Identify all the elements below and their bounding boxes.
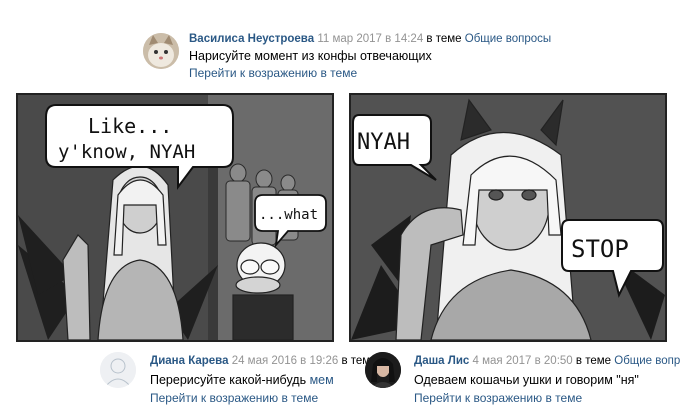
comment-date[interactable]: 11 мар 2017 в 14:24	[317, 33, 423, 45]
comic-panel-right: NYAH STOP	[349, 93, 667, 342]
comment-meta: Диана Карева 24 мая 2016 в 19:26 в теме	[150, 355, 377, 367]
girl-avatar-icon	[365, 352, 401, 388]
sketch-avatar-icon	[100, 352, 136, 388]
author-name[interactable]: Диана Карева	[150, 355, 228, 367]
comment-text-main: Перерисуйте какой-нибудь	[150, 373, 307, 387]
in-topic-label: в теме	[426, 33, 462, 45]
reply-link[interactable]: Перейти к возражению в теме	[150, 391, 318, 405]
topic-link[interactable]: Общие вопросы	[465, 33, 551, 45]
comic-illustration-right: NYAH STOP	[351, 95, 665, 340]
bubble-side-text: ...what	[259, 207, 318, 223]
mem-link[interactable]: мем	[310, 373, 334, 387]
comic-illustration-left: Like... y'know, NYAH ...what	[18, 95, 332, 340]
comment-text: Нарисуйте момент из конфы отвечающих	[189, 49, 432, 63]
in-topic-label: в теме	[575, 355, 612, 367]
comment-meta: Даша Лис 4 мая 2017 в 20:50 в теме Общие…	[414, 355, 680, 367]
avatar[interactable]	[100, 352, 136, 388]
reply-link[interactable]: Перейти к возражению в теме	[414, 391, 582, 405]
comment-text: Одеваем кошачьи ушки и говорим "ня"	[414, 373, 639, 387]
comment-date[interactable]: 24 мая 2016 в 19:26	[232, 355, 339, 367]
bubble-main-line2: y'know, NYAH	[58, 141, 195, 163]
avatar[interactable]	[365, 352, 401, 388]
avatar[interactable]	[143, 33, 179, 69]
reply-link[interactable]: Перейти к возражению в теме	[189, 66, 357, 80]
author-name[interactable]: Василиса Неустроева	[189, 33, 314, 45]
comment-text: Перерисуйте какой-нибудь мем	[150, 373, 334, 387]
bubble-stop-text: STOP	[571, 235, 629, 263]
author-name[interactable]: Даша Лис	[414, 355, 469, 367]
comic-panel-left: Like... y'know, NYAH ...what	[16, 93, 334, 342]
bubble-nyah-text: NYAH	[357, 130, 410, 155]
comment-date[interactable]: 4 мая 2017 в 20:50	[473, 355, 573, 367]
bubble-main-line1: Like...	[88, 114, 172, 138]
comment-meta: Василиса Неустроева 11 мар 2017 в 14:24 …	[189, 33, 551, 45]
topic-link[interactable]: Общие вопросы	[614, 355, 680, 367]
cat-avatar-icon	[143, 33, 179, 69]
